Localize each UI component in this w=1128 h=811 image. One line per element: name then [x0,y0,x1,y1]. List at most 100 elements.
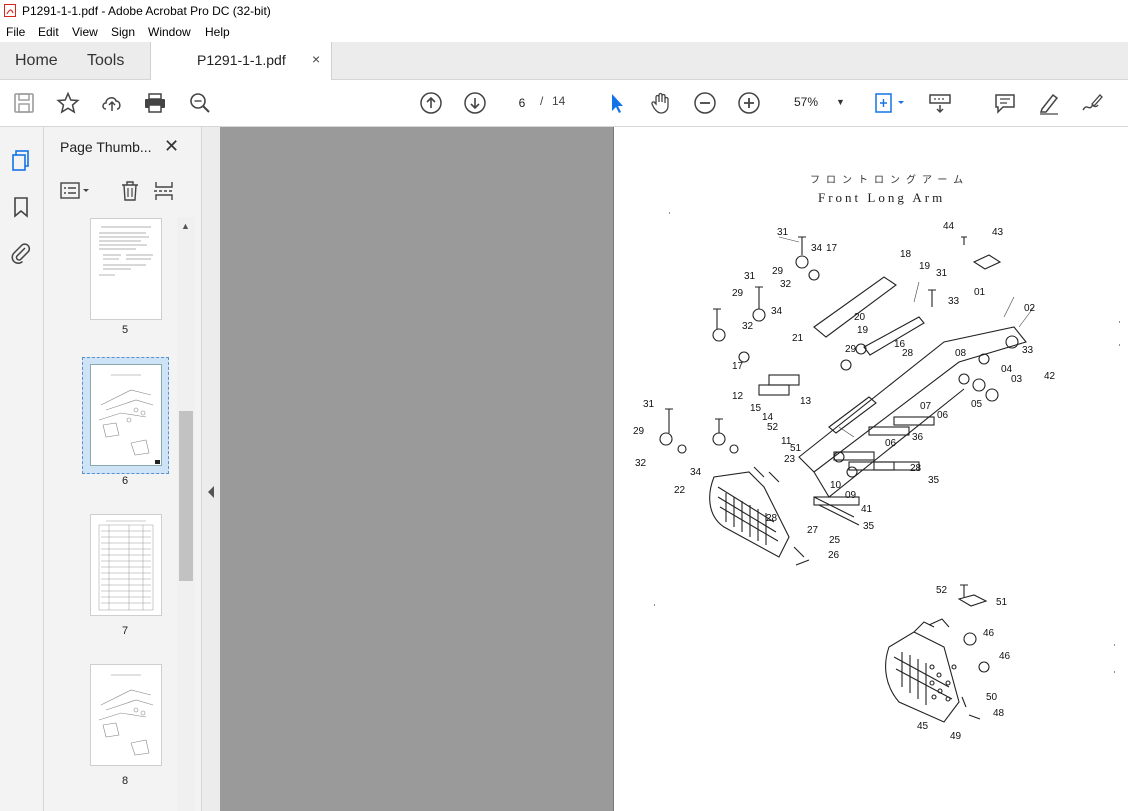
part-label: 32 [635,458,647,469]
total-pages: 14 [552,94,566,108]
part-label: 34 [771,306,783,317]
part-label: 51 [996,597,1008,608]
insert-pages-icon[interactable] [153,180,175,202]
menu-bar: File Edit View Sign Window Help [0,22,1128,42]
part-label: 17 [826,243,838,254]
tab-document-label: P1291-1-1.pdf [197,52,286,68]
menu-view[interactable]: View [72,25,98,39]
page-number-input[interactable]: 6 [506,91,538,115]
left-rail [0,127,44,811]
zoom-select[interactable]: 57% ▼ [782,91,852,113]
thumbnail-label: 8 [121,775,129,787]
save-icon[interactable] [12,91,36,115]
part-label: 33 [948,296,960,307]
part-label: 19 [857,325,869,336]
zoom-out-icon[interactable] [693,91,717,115]
part-label: 50 [986,692,998,703]
part-label: 29 [732,288,744,299]
collapse-panel-icon[interactable] [207,485,215,499]
search-icon[interactable] [188,91,212,115]
close-panel-button[interactable]: ✕ [164,136,179,157]
fit-page-icon[interactable] [872,91,908,115]
menu-help[interactable]: Help [205,25,230,39]
toolbar: 6 / 14 57% ▼ [0,80,1128,127]
thumbnail-page-7[interactable] [90,514,162,616]
part-label: 23 [784,454,796,465]
menu-sign[interactable]: Sign [111,25,135,39]
menu-edit[interactable]: Edit [38,25,59,39]
part-label: 10 [830,480,842,491]
part-label: 09 [845,490,857,501]
close-tab-button[interactable]: × [312,51,320,67]
part-label: 28 [766,513,778,524]
scroll-mode-icon[interactable] [928,91,952,115]
acrobat-icon [4,4,16,17]
part-label: 02 [1024,303,1036,314]
part-label: 34 [811,243,823,254]
part-label: 18 [900,249,912,260]
part-label: 13 [800,396,812,407]
part-label: 45 [917,721,929,732]
menu-window[interactable]: Window [148,25,191,39]
thumbnail-label: 7 [121,625,129,637]
options-menu-icon[interactable] [60,180,92,202]
thumbnail-page-6[interactable] [90,364,162,466]
part-label: 20 [854,312,866,323]
zoom-value: 57% [794,95,819,109]
star-icon[interactable] [56,91,80,115]
comment-icon[interactable] [993,91,1017,115]
scroll-up-icon[interactable]: ▲ [181,221,190,231]
part-label: 31 [643,399,655,410]
pdf-page: フロントロングアーム Front Long Arm 31 34 17 18 19… [613,127,1128,811]
part-label: 33 [1022,345,1034,356]
bookmark-icon[interactable] [9,195,33,219]
part-label: 05 [971,399,983,410]
attachment-icon[interactable] [9,241,33,265]
thumbnail-diagram-preview [98,674,154,756]
page-down-icon[interactable] [463,91,487,115]
part-label: 49 [950,731,962,742]
part-label: 31 [744,271,756,282]
part-label: 19 [919,261,931,272]
part-label: 31 [936,268,948,279]
part-label: 08 [955,348,967,359]
panel-splitter[interactable] [201,127,221,811]
page-up-icon[interactable] [419,91,443,115]
print-icon[interactable] [143,91,167,115]
thumbnail-label: 6 [121,475,129,487]
part-label: 31 [777,227,789,238]
zoom-in-icon[interactable] [737,91,761,115]
title-bar: P1291-1-1.pdf - Adobe Acrobat Pro DC (32… [0,0,1128,22]
tab-home[interactable]: Home [15,42,58,79]
menu-file[interactable]: File [6,25,25,39]
part-label: 32 [742,321,754,332]
delete-icon[interactable] [119,180,141,202]
part-label: 44 [943,221,955,232]
part-label: 29 [845,344,857,355]
tab-document[interactable]: P1291-1-1.pdf × [150,42,332,80]
part-label: 35 [863,521,875,532]
part-label: 29 [772,266,784,277]
part-label: 48 [993,708,1005,719]
thumbnail-page-8[interactable] [90,664,162,766]
chevron-down-icon: ▼ [836,97,845,107]
part-label: 12 [732,391,744,402]
part-label: 22 [674,485,686,496]
part-label: 51 [790,443,802,454]
part-label: 17 [732,361,744,372]
part-label: 25 [829,535,841,546]
window-title: P1291-1-1.pdf - Adobe Acrobat Pro DC (32… [22,4,271,18]
tab-tools[interactable]: Tools [87,42,124,79]
hand-icon[interactable] [649,91,673,115]
part-label: 07 [920,401,932,412]
thumbnail-scrollbar[interactable]: ▲ [177,217,195,811]
thumbnail-text-preview [99,226,153,276]
highlight-icon[interactable] [1037,91,1061,115]
scrollbar-thumb[interactable] [179,411,193,581]
thumbnail-page-5[interactable] [90,218,162,320]
select-cursor-icon[interactable] [605,91,629,115]
page-thumbnails-icon[interactable] [9,149,33,173]
sign-icon[interactable] [1080,91,1104,115]
part-label: 36 [912,432,924,443]
upload-icon[interactable] [100,91,124,115]
